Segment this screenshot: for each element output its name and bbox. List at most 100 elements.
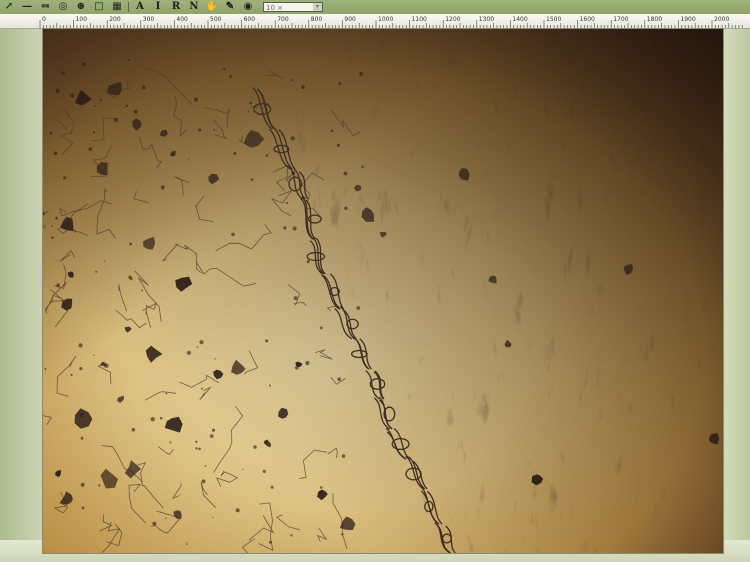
target-icon[interactable]: ◎: [56, 1, 70, 13]
speck: [81, 62, 86, 67]
grid-icon[interactable]: ▦: [110, 1, 124, 13]
speck: [70, 373, 73, 376]
speck: [343, 171, 348, 176]
speck: [81, 506, 85, 510]
speck: [169, 441, 172, 444]
speck: [301, 85, 305, 89]
speck: [113, 118, 119, 123]
speck: [51, 236, 54, 240]
ruler-label: 900: [344, 16, 356, 23]
speck: [55, 88, 60, 94]
text-n-icon[interactable]: N: [187, 1, 201, 13]
speck: [179, 494, 181, 496]
speck: [55, 216, 58, 220]
speck: [356, 306, 361, 310]
camera-icon[interactable]: ◉: [241, 1, 255, 13]
ruler-label: 2000: [714, 16, 729, 23]
speck: [104, 363, 109, 368]
hand-icon[interactable]: ✋: [205, 1, 219, 13]
speck: [165, 517, 167, 520]
speck: [133, 109, 138, 114]
speck: [160, 185, 165, 190]
speck: [253, 445, 257, 449]
speck: [269, 384, 271, 387]
speck: [319, 490, 323, 494]
speck: [186, 543, 188, 545]
speck: [292, 226, 297, 231]
speck: [199, 340, 204, 345]
speck: [249, 101, 252, 105]
speck: [336, 143, 340, 147]
ruler-label: 200: [109, 16, 121, 23]
lasso-icon[interactable]: ↗: [2, 1, 16, 13]
speck: [250, 178, 254, 181]
speck: [56, 283, 60, 288]
ruler-label: 100: [76, 16, 88, 23]
toolbar: ↗ — ⤆ ◎ ⊕ □ ▦ A I R N ✋ ✎ ◉ 10 × ▾: [0, 0, 750, 14]
speck: [150, 417, 155, 422]
speck: [128, 275, 132, 279]
speck: [242, 468, 244, 470]
ruler-ticks: 0 100 200 300 400 500 600 700 800 900 1000 1100 1200…: [39, 16, 743, 28]
speck: [165, 392, 168, 395]
speck: [186, 247, 188, 249]
speck: [195, 447, 198, 450]
zoom-select[interactable]: 10 × ▾: [263, 2, 323, 12]
ruler-label: 1800: [647, 16, 662, 23]
speck: [79, 367, 83, 371]
speck: [201, 387, 204, 390]
speck: [51, 225, 54, 227]
speck: [268, 540, 272, 544]
ruler-label: 1200: [445, 16, 460, 23]
ruler-label: 600: [244, 16, 256, 23]
ruler-label: 1600: [580, 16, 595, 23]
text-i-icon[interactable]: I: [151, 1, 165, 13]
speck: [159, 416, 163, 420]
speck: [128, 58, 130, 61]
speck: [263, 440, 268, 445]
speck: [338, 81, 342, 86]
speck: [79, 412, 84, 418]
speck: [306, 259, 310, 264]
speck: [233, 152, 237, 155]
crosshair-icon[interactable]: ⊕: [74, 1, 88, 13]
chevron-down-icon: ▾: [313, 3, 322, 11]
speck: [209, 434, 214, 438]
line-tool-icon[interactable]: —: [20, 1, 34, 13]
speck: [361, 165, 364, 169]
speck: [359, 72, 363, 76]
speck: [93, 354, 95, 356]
speck: [270, 485, 274, 489]
speck: [214, 358, 216, 360]
speck: [104, 260, 106, 262]
left-panel-gutter: [0, 29, 40, 562]
speck: [94, 105, 96, 107]
speck: [80, 436, 84, 440]
ruler-label: 0: [42, 16, 46, 23]
speck: [44, 367, 47, 370]
speck: [95, 270, 98, 273]
speck: [196, 346, 199, 348]
speck: [141, 289, 143, 292]
ruler-label: 1900: [680, 16, 695, 23]
micrograph-image[interactable]: [42, 28, 724, 554]
speck: [194, 97, 199, 102]
measure-icon[interactable]: ⤆: [38, 1, 52, 13]
speck: [290, 79, 293, 82]
text-a-icon[interactable]: A: [133, 1, 147, 13]
pen-icon[interactable]: ✎: [223, 1, 237, 13]
speck: [198, 128, 202, 132]
speck: [344, 206, 348, 211]
ruler-label: 400: [176, 16, 188, 23]
speck: [211, 428, 216, 432]
ruler-label: 500: [210, 16, 222, 23]
horizontal-ruler: 0 100 200 300 400 500 600 700 800 900 1000 1100 1200…: [0, 14, 750, 29]
speck: [330, 129, 334, 133]
speck: [293, 296, 298, 301]
speck: [265, 154, 269, 157]
ruler-label: 1400: [512, 16, 527, 23]
speck: [198, 447, 201, 451]
copy-icon[interactable]: □: [92, 1, 106, 13]
text-r-icon[interactable]: R: [169, 1, 183, 13]
speck: [61, 71, 65, 76]
